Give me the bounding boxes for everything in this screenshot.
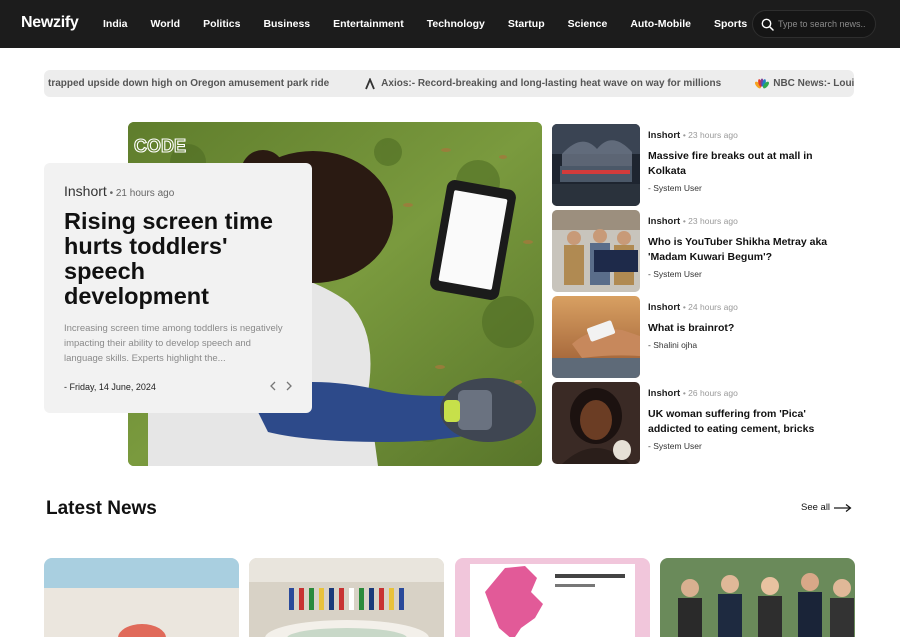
- search-input[interactable]: [778, 19, 874, 29]
- ticker-text: Axios:- Record-breaking and long-lasting…: [381, 78, 722, 89]
- site-logo[interactable]: Newzify: [21, 14, 79, 32]
- side-news-item[interactable]: Inshort • 23 hours ago Who is YouTuber S…: [552, 210, 852, 292]
- side-news-title[interactable]: Massive fire breaks out at mall in Kolka…: [648, 149, 848, 179]
- see-all-link[interactable]: See all: [801, 502, 852, 513]
- news-thumbnail[interactable]: [552, 124, 640, 206]
- hero-title[interactable]: Rising screen time hurts toddlers' speec…: [64, 209, 292, 309]
- nav-item-world[interactable]: World: [151, 18, 181, 30]
- side-news-title[interactable]: What is brainrot?: [648, 321, 848, 336]
- side-news-source: Inshort: [648, 216, 681, 227]
- side-news-time: • 26 hours ago: [682, 388, 738, 398]
- side-news-author: - Shalini ojha: [648, 340, 698, 350]
- nav-item-startup[interactable]: Startup: [508, 18, 545, 30]
- chevron-left-icon[interactable]: [266, 379, 280, 393]
- latest-news-card[interactable]: [44, 558, 239, 637]
- search-icon[interactable]: [759, 16, 775, 32]
- hero-card[interactable]: Inshort • 21 hours ago Rising screen tim…: [44, 163, 312, 413]
- nav-item-business[interactable]: Business: [263, 18, 310, 30]
- nav-item-technology[interactable]: Technology: [427, 18, 485, 30]
- ticker-text: NBC News:- Louisiana Repu: [773, 78, 854, 89]
- side-news-title[interactable]: Who is YouTuber Shikha Metray aka 'Madam…: [648, 235, 848, 265]
- nav-item-science[interactable]: Science: [568, 18, 608, 30]
- side-news-item[interactable]: Inshort • 24 hours ago What is brainrot?…: [552, 296, 852, 378]
- side-news-author: - System User: [648, 441, 702, 451]
- side-news-item[interactable]: Inshort • 23 hours ago Massive fire brea…: [552, 124, 852, 206]
- axios-logo-icon: [363, 77, 377, 91]
- news-ticker: trapped upside down high on Oregon amuse…: [44, 70, 854, 97]
- news-thumbnail[interactable]: [552, 382, 640, 464]
- see-all-label: See all: [801, 502, 831, 513]
- ticker-item[interactable]: Axios:- Record-breaking and long-lasting…: [359, 77, 721, 91]
- side-news-source: Inshort: [648, 130, 681, 141]
- hero-description: Increasing screen time among toddlers is…: [64, 323, 283, 364]
- news-thumbnail[interactable]: [552, 296, 640, 378]
- ticker-text: trapped upside down high on Oregon amuse…: [48, 78, 330, 89]
- hero-source: Inshort: [64, 183, 107, 199]
- side-news-author: - System User: [648, 269, 702, 279]
- ticker-item[interactable]: NBC News:- Louisiana Repu: [751, 77, 854, 91]
- latest-news-card[interactable]: [249, 558, 444, 637]
- nav-item-entertainment[interactable]: Entertainment: [333, 18, 404, 30]
- nav-item-india[interactable]: India: [103, 18, 128, 30]
- hero-time: • 21 hours ago: [109, 188, 175, 199]
- side-news-time: • 23 hours ago: [682, 216, 738, 226]
- hero-meta: Inshort • 21 hours ago: [64, 183, 292, 199]
- ticker-item[interactable]: trapped upside down high on Oregon amuse…: [44, 78, 329, 89]
- hero-carousel-controls: [266, 379, 298, 393]
- top-navbar: Newzify India World Politics Business En…: [0, 0, 900, 48]
- news-thumbnail[interactable]: [552, 210, 640, 292]
- nav-item-auto-mobile[interactable]: Auto-Mobile: [630, 18, 691, 30]
- nav-item-sports[interactable]: Sports: [714, 18, 747, 30]
- arrow-right-icon: [834, 503, 852, 512]
- hero-watermark: CODE: [134, 136, 186, 156]
- search-box[interactable]: [752, 10, 876, 38]
- side-news-source: Inshort: [648, 388, 681, 399]
- latest-news-card[interactable]: [455, 558, 650, 637]
- hero-date: - Friday, 14 June, 2024: [64, 382, 156, 392]
- nav-item-politics[interactable]: Politics: [203, 18, 240, 30]
- nbc-peacock-icon: [755, 77, 770, 91]
- side-news-title[interactable]: UK woman suffering from 'Pica' addicted …: [648, 407, 848, 437]
- side-news-author: - System User: [648, 183, 702, 193]
- chevron-right-icon[interactable]: [282, 379, 296, 393]
- side-news-time: • 23 hours ago: [682, 130, 738, 140]
- nav-menu: India World Politics Business Entertainm…: [103, 0, 770, 48]
- latest-news-heading: Latest News: [46, 498, 157, 519]
- side-news-item[interactable]: Inshort • 26 hours ago UK woman sufferin…: [552, 382, 852, 464]
- latest-news-card[interactable]: [660, 558, 855, 637]
- side-news-source: Inshort: [648, 302, 681, 313]
- side-news-time: • 24 hours ago: [682, 302, 738, 312]
